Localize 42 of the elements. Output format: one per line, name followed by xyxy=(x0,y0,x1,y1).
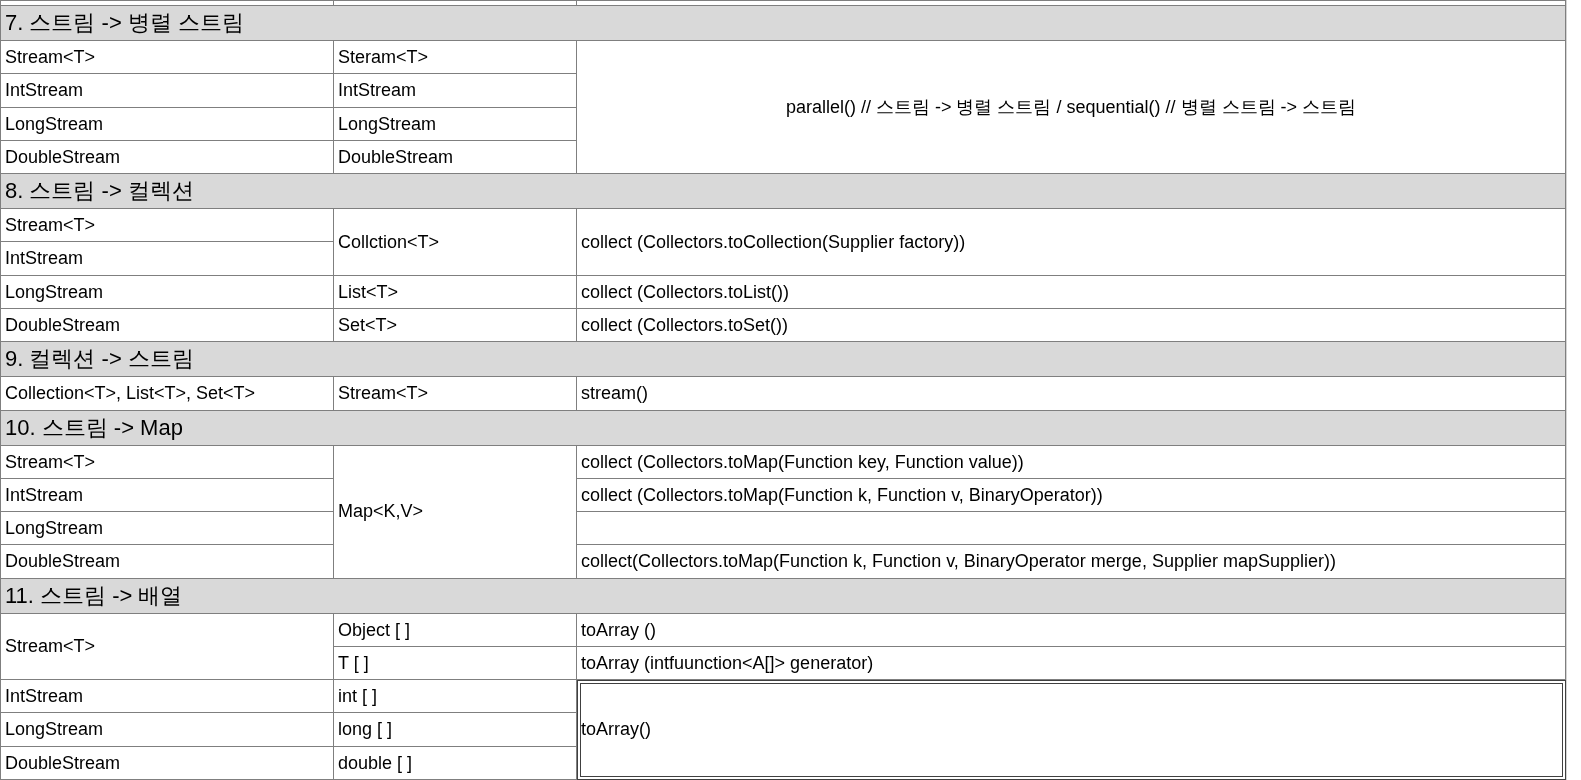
table-cell[interactable]: DoubleStream xyxy=(0,140,334,174)
table-cell[interactable]: collect(Collectors.toMap(Function k, Function v, BinaryOperator merge, Supplier mapSupplier)) xyxy=(576,544,1566,579)
table-cell[interactable]: collect (Collectors.toSet()) xyxy=(576,308,1566,342)
section-header: 10. 스트림 -> Map xyxy=(0,410,1566,446)
table-cell[interactable]: LongStream xyxy=(0,712,334,747)
table-cell[interactable]: DoubleStream xyxy=(0,746,334,780)
table-cell[interactable]: T [ ] xyxy=(333,646,577,680)
table-cell[interactable]: Object [ ] xyxy=(333,613,577,647)
table-cell[interactable]: IntStream xyxy=(0,73,334,108)
table-cell[interactable]: int [ ] xyxy=(333,679,577,713)
table-cell[interactable]: DoubleStream xyxy=(0,308,334,342)
table-cell[interactable]: List<T> xyxy=(333,275,577,309)
table-cell[interactable]: Map<K,V> xyxy=(333,445,577,579)
table-cell[interactable]: IntStream xyxy=(0,478,334,512)
table-cell[interactable]: collect (Collectors.toMap(Function key, Function value)) xyxy=(576,445,1566,479)
section-header: 9. 컬렉션 -> 스트림 xyxy=(0,341,1566,377)
table-cell[interactable]: LongStream xyxy=(0,511,334,545)
section-header: 8. 스트림 -> 컬렉션 xyxy=(0,173,1566,209)
table-cell[interactable]: Collection<T>, List<T>, Set<T> xyxy=(0,376,334,410)
table-cell[interactable]: Stream<T> xyxy=(0,40,334,74)
table-cell[interactable]: IntStream xyxy=(0,242,334,276)
table-cell[interactable]: LongStream xyxy=(0,275,334,309)
table-cell[interactable]: collect (Collectors.toCollection(Supplier factory)) xyxy=(576,208,1566,276)
table-cell[interactable]: collect (Collectors.toMap(Function k, Function v, BinaryOperator)) xyxy=(576,478,1566,512)
table-cell[interactable]: Stream<T> xyxy=(0,613,334,680)
table-cell[interactable]: LongStream xyxy=(0,107,334,141)
table-cell[interactable]: IntStream xyxy=(0,679,334,713)
table-cell[interactable]: Steram<T> xyxy=(333,40,577,74)
table-cell[interactable]: stream() xyxy=(576,376,1566,410)
table-cell[interactable]: Stream<T> xyxy=(0,445,334,479)
table-cell[interactable]: collect (Collectors.toList()) xyxy=(576,275,1566,309)
section-header: 11. 스트림 -> 배열 xyxy=(0,578,1566,614)
table-cell[interactable]: DoubleStream xyxy=(0,544,334,579)
table-cell[interactable]: Set<T> xyxy=(333,308,577,342)
table-cell[interactable]: parallel() // 스트림 -> 병렬 스트림 / sequential() // 병렬 스트림 -> 스트림 xyxy=(576,40,1566,174)
table-cell[interactable]: toArray() xyxy=(576,679,1566,780)
table-cell[interactable]: Collction<T> xyxy=(333,208,577,276)
table-cell[interactable]: Stream<T> xyxy=(0,208,334,242)
table-cell[interactable]: toArray () xyxy=(576,613,1566,647)
table-cell[interactable]: Stream<T> xyxy=(333,376,577,410)
section-header: 7. 스트림 -> 병렬 스트림 xyxy=(0,5,1566,41)
table-cell[interactable]: toArray (intfuunction<A[]> generator) xyxy=(576,646,1566,680)
